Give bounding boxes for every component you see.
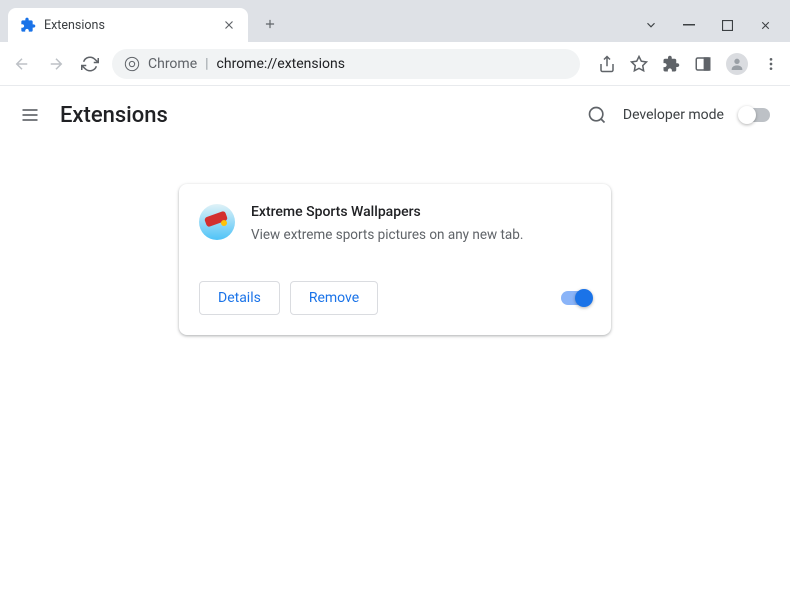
window-close-button[interactable]: [758, 18, 772, 32]
extension-card-actions: Details Remove: [199, 281, 591, 315]
person-icon: [729, 56, 745, 72]
close-icon: [759, 19, 772, 32]
toolbar-actions: [590, 53, 780, 75]
browser-toolbar: Chrome | chrome://extensions: [0, 42, 790, 86]
address-bar[interactable]: Chrome | chrome://extensions: [112, 49, 580, 79]
sidepanel-button[interactable]: [694, 55, 712, 73]
page-title: Extensions: [60, 103, 168, 128]
new-tab-button[interactable]: [256, 10, 284, 38]
window-maximize-button[interactable]: [720, 18, 734, 32]
extension-puzzle-icon: [20, 17, 36, 33]
arrow-left-icon: [13, 55, 31, 73]
extension-info: Extreme Sports Wallpapers View extreme s…: [251, 204, 591, 245]
extensions-content: Extreme Sports Wallpapers View extreme s…: [0, 144, 790, 335]
arrow-right-icon: [47, 55, 65, 73]
browser-tab[interactable]: Extensions: [8, 8, 248, 42]
developer-mode-label: Developer mode: [623, 107, 724, 123]
tab-close-icon[interactable]: [222, 18, 236, 32]
reload-button[interactable]: [78, 52, 102, 76]
omnibox-url: chrome://extensions: [217, 56, 345, 72]
minimize-icon: [683, 19, 695, 31]
bookmark-button[interactable]: [630, 55, 648, 73]
window-controls: [626, 18, 790, 42]
extension-card-top: Extreme Sports Wallpapers View extreme s…: [199, 204, 591, 245]
extensions-header: Extensions Developer mode: [0, 86, 790, 144]
reload-icon: [81, 55, 99, 73]
share-icon: [598, 55, 616, 73]
search-button[interactable]: [587, 105, 607, 125]
star-icon: [630, 55, 648, 73]
chevron-down-icon: [644, 18, 658, 32]
details-button[interactable]: Details: [199, 281, 280, 315]
maximize-icon: [722, 20, 733, 31]
window-dropdown-button[interactable]: [644, 18, 658, 32]
chrome-logo-icon: [124, 56, 140, 72]
share-button[interactable]: [598, 55, 616, 73]
forward-button: [44, 52, 68, 76]
omnibox-divider: |: [205, 56, 208, 72]
header-actions: Developer mode: [587, 105, 770, 125]
plus-icon: [263, 17, 277, 31]
extension-card: Extreme Sports Wallpapers View extreme s…: [179, 184, 611, 335]
extension-icon: [199, 204, 235, 240]
back-button: [10, 52, 34, 76]
window-titlebar: Extensions: [0, 0, 790, 42]
omnibox-prefix: Chrome: [148, 56, 197, 72]
extensions-button[interactable]: [662, 55, 680, 73]
tab-title: Extensions: [44, 18, 105, 33]
chrome-menu-button[interactable]: [762, 55, 780, 73]
extension-description: View extreme sports pictures on any new …: [251, 226, 591, 245]
developer-mode-toggle[interactable]: [740, 108, 770, 122]
hamburger-menu-button[interactable]: [20, 105, 40, 125]
sidepanel-icon: [694, 55, 712, 73]
window-minimize-button[interactable]: [682, 18, 696, 32]
profile-button[interactable]: [726, 53, 748, 75]
remove-button[interactable]: Remove: [290, 281, 378, 315]
extension-name: Extreme Sports Wallpapers: [251, 204, 591, 220]
puzzle-icon: [662, 55, 680, 73]
dots-vertical-icon: [763, 56, 779, 72]
extension-enable-toggle[interactable]: [561, 291, 591, 305]
